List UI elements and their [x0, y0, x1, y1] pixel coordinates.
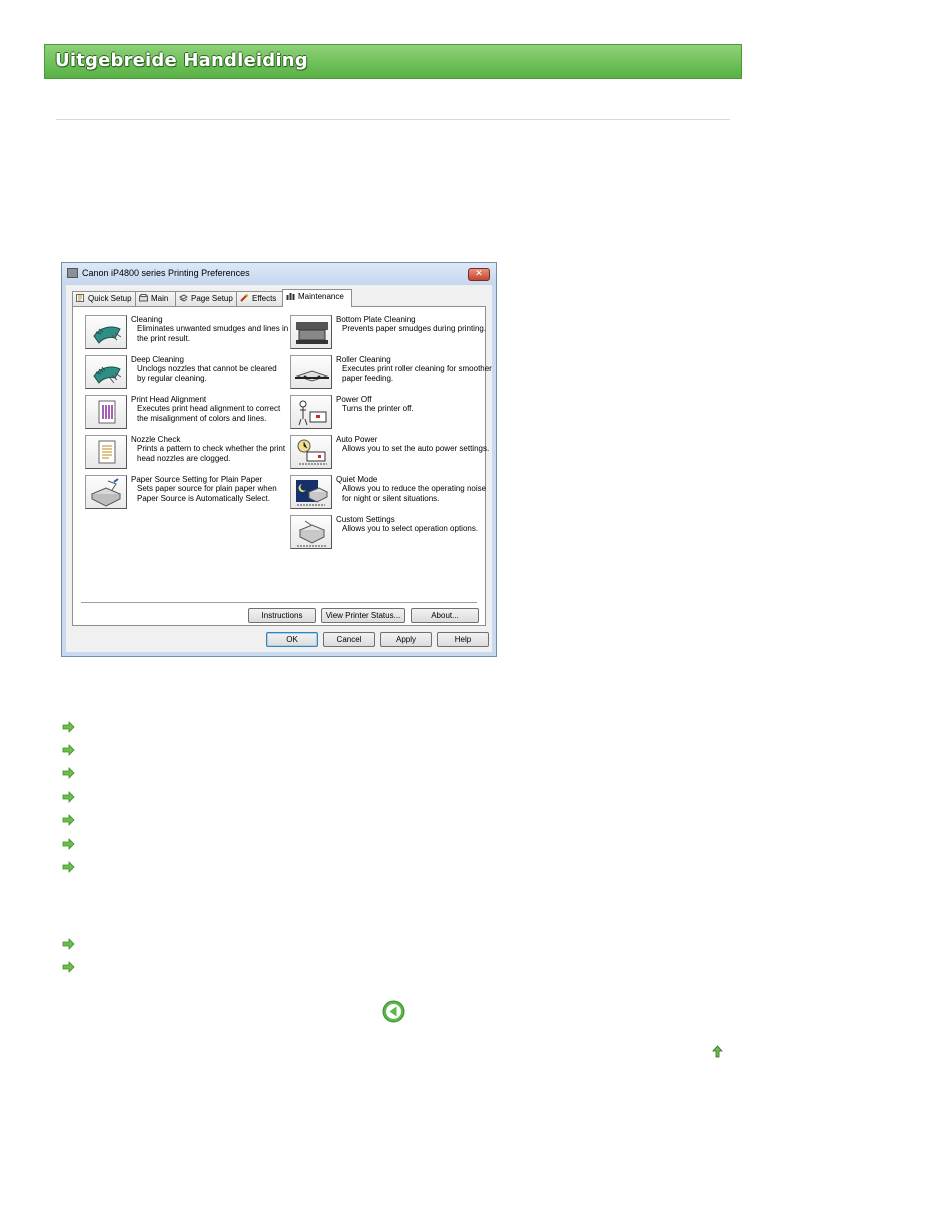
back-icon[interactable]: [382, 1000, 405, 1023]
panel-separator: [81, 602, 477, 603]
item-desc: Allows you to reduce the operating noise…: [342, 484, 487, 503]
item-title: Print Head Alignment: [131, 395, 207, 404]
item-title: Roller Cleaning: [336, 355, 391, 364]
item-title: Nozzle Check: [131, 435, 181, 444]
instructions-button[interactable]: Instructions: [248, 608, 316, 623]
tab-maintenance[interactable]: Maintenance: [282, 289, 352, 307]
bottom-plate-cleaning-icon: [296, 322, 328, 344]
item-title: Deep Cleaning: [131, 355, 184, 364]
quick-setup-icon: [76, 294, 84, 302]
item-desc: Executes print roller cleaning for smoot…: [342, 364, 492, 383]
custom-settings-icon: [297, 520, 327, 547]
custom-settings-button[interactable]: [290, 515, 332, 549]
cleaning-button[interactable]: [85, 315, 127, 349]
quiet-mode-button[interactable]: [290, 475, 332, 509]
item-title: Auto Power: [336, 435, 378, 444]
ok-button[interactable]: OK: [266, 632, 318, 647]
power-off-button[interactable]: [290, 395, 332, 429]
item-desc: Sets paper source for plain paper when Pa…: [137, 484, 277, 503]
help-button[interactable]: Help: [437, 632, 489, 647]
item-desc: Prints a pattern to check whether the pr…: [137, 444, 286, 463]
tab-main[interactable]: Main: [135, 291, 176, 306]
maintenance-icon: [286, 293, 295, 300]
item-desc: Allows you to set the auto power setting…: [342, 444, 490, 453]
cleaning-icon: [93, 326, 122, 344]
arrow-right-icon[interactable]: [62, 861, 75, 873]
dialog-body: Quick Setup Main Page Setup Effects Main…: [66, 285, 492, 652]
item-desc: Prevents paper smudges during printing.: [342, 324, 487, 333]
item-desc: Unclogs nozzles that cannot be cleared by…: [137, 364, 277, 383]
header-divider: [56, 119, 730, 120]
tab-label: Maintenance: [298, 292, 344, 301]
roller-cleaning-button[interactable]: [290, 355, 332, 389]
page-setup-icon: [179, 294, 188, 302]
close-button[interactable]: ✕: [468, 268, 490, 281]
deep-cleaning-icon: [93, 366, 122, 384]
item-desc: Allows you to select operation options.: [342, 524, 479, 533]
tab-label: Quick Setup: [88, 294, 132, 303]
roller-cleaning-icon: [295, 370, 329, 382]
maintenance-panel: Cleaning Eliminates unwanted smudges and…: [72, 306, 492, 626]
about-button[interactable]: About...: [411, 608, 479, 623]
item-desc: Executes print head alignment to correct…: [137, 404, 281, 423]
item-title: Cleaning: [131, 315, 163, 324]
paper-source-icon: [90, 478, 122, 507]
print-head-alignment-icon: [98, 400, 116, 424]
nozzle-check-icon: [98, 440, 116, 464]
tab-page-setup[interactable]: Page Setup: [175, 291, 237, 306]
item-title: Power Off: [336, 395, 372, 404]
dialog-title-bar: Canon iP4800 series Printing Preferences…: [62, 263, 496, 285]
arrow-right-icon[interactable]: [62, 721, 75, 733]
apply-button[interactable]: Apply: [380, 632, 432, 647]
cancel-button[interactable]: Cancel: [323, 632, 375, 647]
auto-power-button[interactable]: [290, 435, 332, 469]
page-top-icon[interactable]: [712, 1045, 723, 1058]
power-off-icon: [298, 400, 327, 426]
arrow-right-icon[interactable]: [62, 814, 75, 826]
quiet-mode-icon: [296, 480, 329, 506]
main-icon: [139, 294, 148, 302]
arrow-right-icon[interactable]: [62, 938, 75, 950]
effects-icon: [240, 294, 249, 302]
tab-label: Page Setup: [191, 294, 233, 303]
item-title: Custom Settings: [336, 515, 395, 524]
tab-label: Effects: [252, 294, 277, 303]
auto-power-icon: [297, 439, 327, 465]
print-head-alignment-button[interactable]: [85, 395, 127, 429]
page-title: Uitgebreide Handleiding: [55, 50, 308, 71]
item-title: Bottom Plate Cleaning: [336, 315, 416, 324]
printing-preferences-dialog: Canon iP4800 series Printing Preferences…: [61, 262, 497, 657]
paper-source-button[interactable]: [85, 475, 127, 509]
tab-quick-setup[interactable]: Quick Setup: [72, 291, 136, 306]
item-desc: Turns the printer off.: [342, 404, 414, 413]
view-printer-status-button[interactable]: View Printer Status...: [321, 608, 405, 623]
nozzle-check-button[interactable]: [85, 435, 127, 469]
arrow-right-icon[interactable]: [62, 767, 75, 779]
tab-effects[interactable]: Effects: [236, 291, 283, 306]
tab-label: Main: [151, 294, 169, 303]
arrow-right-icon[interactable]: [62, 961, 75, 973]
dialog-title: Canon iP4800 series Printing Preferences: [82, 268, 250, 278]
arrow-right-icon[interactable]: [62, 791, 75, 803]
arrow-right-icon[interactable]: [62, 744, 75, 756]
arrow-right-icon[interactable]: [62, 838, 75, 850]
item-title: Quiet Mode: [336, 475, 378, 484]
item-desc: Eliminates unwanted smudges and lines in…: [137, 324, 289, 343]
item-title: Paper Source Setting for Plain Paper: [131, 475, 263, 484]
printer-app-icon: [67, 268, 78, 278]
bottom-plate-cleaning-button[interactable]: [290, 315, 332, 349]
header-banner: Uitgebreide Handleiding: [44, 44, 742, 79]
deep-cleaning-button[interactable]: [85, 355, 127, 389]
